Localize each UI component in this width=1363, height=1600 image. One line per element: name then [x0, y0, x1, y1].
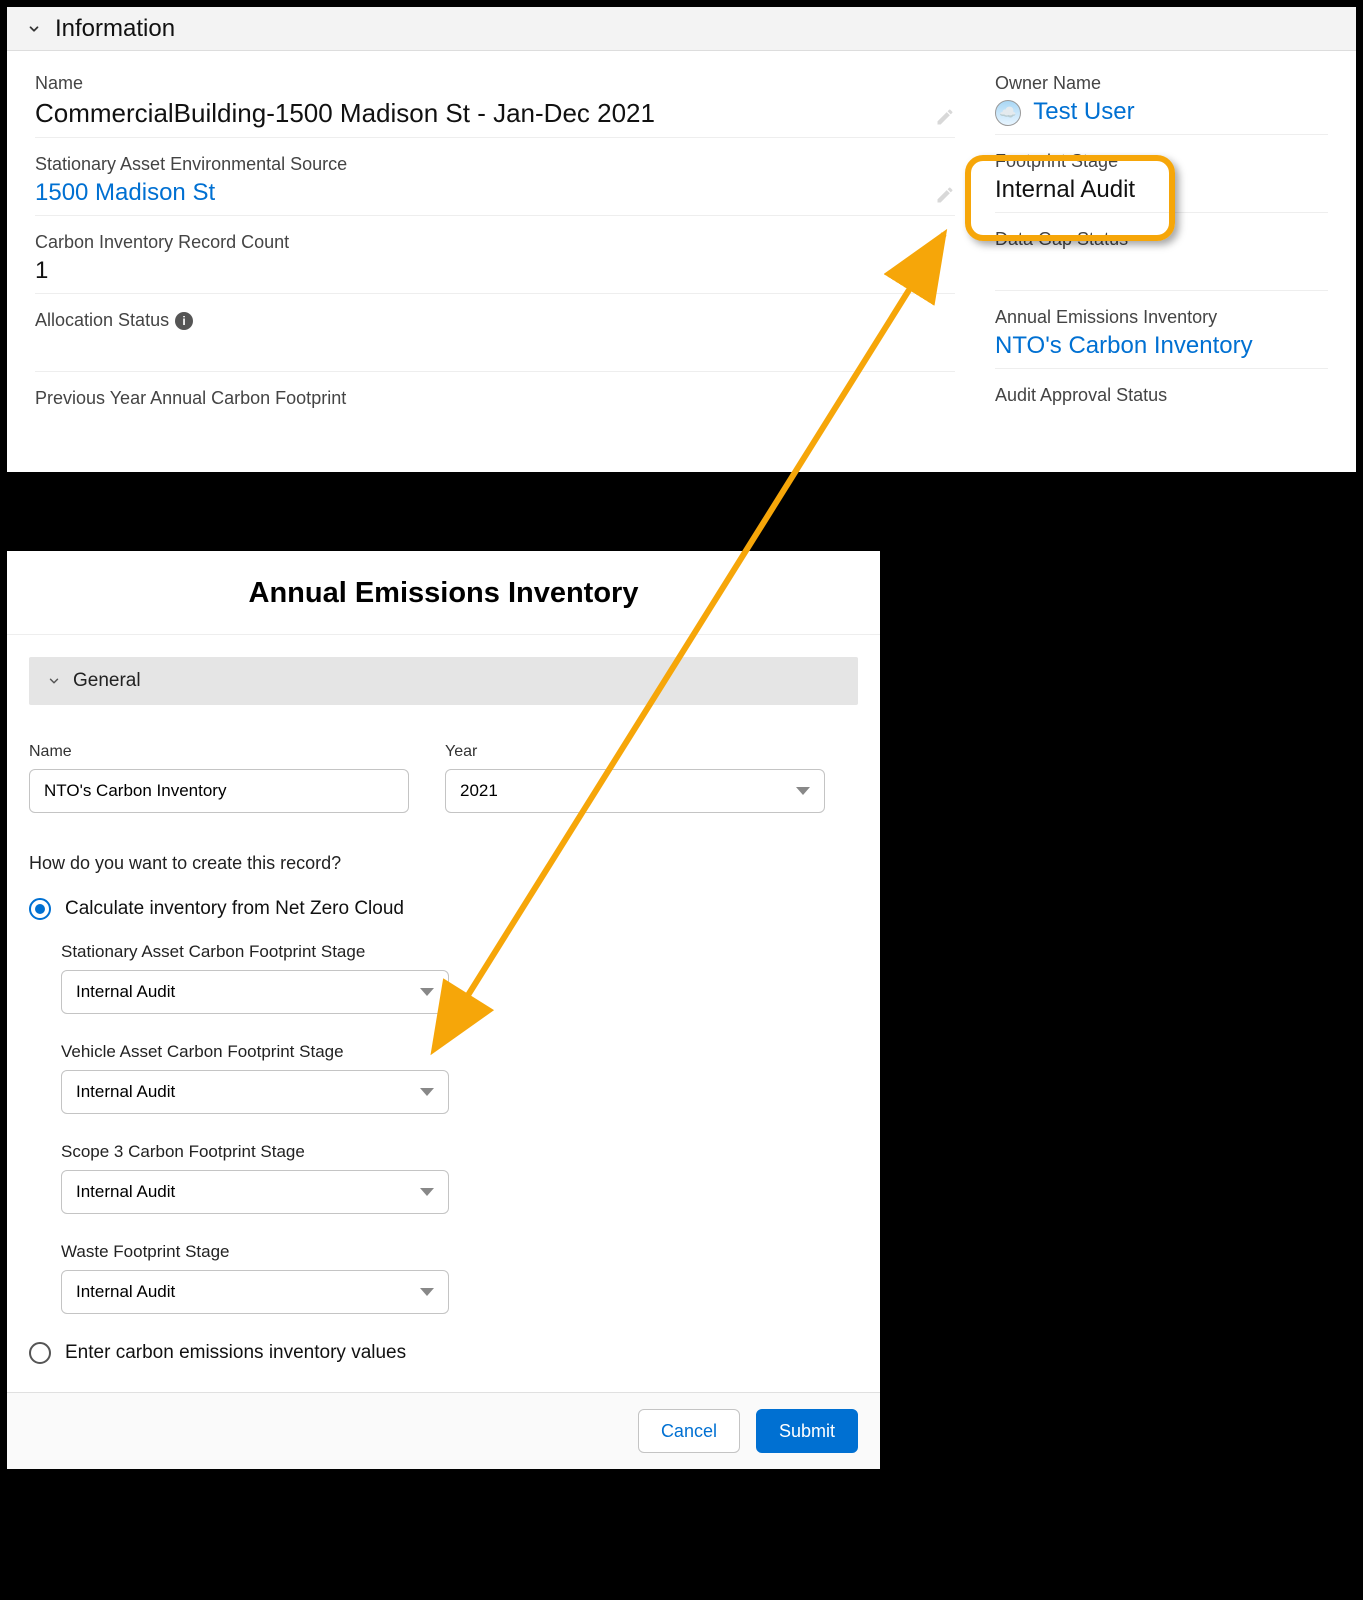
field-owner-name: Owner Name ☁️ Test User	[995, 73, 1328, 135]
field-allocation-status: Allocation Status i	[35, 310, 955, 372]
scope3-stage-select[interactable]: Internal Audit	[61, 1170, 449, 1214]
highlight-callout	[965, 155, 1175, 241]
field-label: Stationary Asset Environmental Source	[35, 154, 955, 175]
scope3-stage-label: Scope 3 Carbon Footprint Stage	[61, 1142, 858, 1162]
scope3-stage-value: Internal Audit	[76, 1182, 175, 1202]
owner-link[interactable]: Test User	[1033, 98, 1134, 125]
field-label: Carbon Inventory Record Count	[35, 232, 955, 253]
radio-calculate[interactable]: Calculate inventory from Net Zero Cloud	[29, 898, 858, 920]
caret-down-icon	[420, 1088, 434, 1096]
stationary-stage-group: Stationary Asset Carbon Footprint Stage …	[61, 942, 858, 1014]
edit-icon[interactable]	[935, 185, 955, 205]
general-section-header[interactable]: General	[29, 657, 858, 705]
radio-icon	[29, 898, 51, 920]
field-label: Audit Approval Status	[995, 385, 1328, 406]
field-annual-emissions-inventory: Annual Emissions Inventory NTO's Carbon …	[995, 307, 1328, 369]
chevron-down-icon	[27, 22, 41, 36]
field-name: Name CommercialBuilding-1500 Madison St …	[35, 73, 955, 138]
cancel-button[interactable]: Cancel	[638, 1409, 740, 1453]
caret-down-icon	[420, 1288, 434, 1296]
caret-down-icon	[796, 787, 810, 795]
year-select-value: 2021	[460, 781, 498, 801]
waste-stage-label: Waste Footprint Stage	[61, 1242, 858, 1262]
information-panel: Information Name CommercialBuilding-1500…	[4, 4, 1359, 475]
vehicle-stage-select[interactable]: Internal Audit	[61, 1070, 449, 1114]
field-label: Allocation Status i	[35, 310, 955, 331]
field-value: 1	[35, 257, 955, 285]
stationary-stage-select[interactable]: Internal Audit	[61, 970, 449, 1014]
field-label: Owner Name	[995, 73, 1328, 94]
radio-manual[interactable]: Enter carbon emissions inventory values	[29, 1342, 858, 1364]
radio-calculate-label: Calculate inventory from Net Zero Cloud	[65, 898, 404, 920]
name-input-value: NTO's Carbon Inventory	[44, 781, 226, 801]
vehicle-stage-value: Internal Audit	[76, 1082, 175, 1102]
caret-down-icon	[420, 988, 434, 996]
info-icon[interactable]: i	[175, 312, 193, 330]
year-label: Year	[445, 743, 825, 761]
waste-stage-group: Waste Footprint Stage Internal Audit	[61, 1242, 858, 1314]
section-title: Information	[55, 15, 175, 43]
submit-button[interactable]: Submit	[756, 1409, 858, 1453]
field-value	[995, 254, 1328, 282]
field-value	[35, 335, 955, 363]
form-row-name-year: Name NTO's Carbon Inventory Year 2021	[29, 743, 858, 813]
vehicle-stage-label: Vehicle Asset Carbon Footprint Stage	[61, 1042, 858, 1062]
radio-icon	[29, 1342, 51, 1364]
stationary-stage-value: Internal Audit	[76, 982, 175, 1002]
edit-icon[interactable]	[935, 107, 955, 127]
form-group-name: Name NTO's Carbon Inventory	[29, 743, 409, 813]
waste-stage-select[interactable]: Internal Audit	[61, 1270, 449, 1314]
radio-manual-label: Enter carbon emissions inventory values	[65, 1342, 406, 1364]
info-left-column: Name CommercialBuilding-1500 Madison St …	[35, 73, 955, 419]
modal-footer: Cancel Submit	[7, 1392, 880, 1469]
field-value-link[interactable]: NTO's Carbon Inventory	[995, 332, 1328, 360]
modal-title: Annual Emissions Inventory	[7, 551, 880, 635]
information-header[interactable]: Information	[7, 7, 1356, 51]
name-label: Name	[29, 743, 409, 761]
general-label: General	[73, 670, 141, 692]
create-question: How do you want to create this record?	[29, 853, 858, 874]
field-carbon-inventory-record-count: Carbon Inventory Record Count 1	[35, 232, 955, 294]
info-right-column: Owner Name ☁️ Test User Footprint Stage …	[995, 73, 1328, 419]
field-value-link[interactable]: 1500 Madison St	[35, 179, 955, 207]
caret-down-icon	[420, 1188, 434, 1196]
alloc-label-text: Allocation Status	[35, 310, 169, 331]
vehicle-stage-group: Vehicle Asset Carbon Footprint Stage Int…	[61, 1042, 858, 1114]
field-value: CommercialBuilding-1500 Madison St - Jan…	[35, 98, 955, 129]
field-stationary-asset-env-source: Stationary Asset Environmental Source 15…	[35, 154, 955, 216]
year-select[interactable]: 2021	[445, 769, 825, 813]
field-previous-year-footprint: Previous Year Annual Carbon Footprint	[35, 388, 955, 409]
field-value: ☁️ Test User	[995, 98, 1328, 126]
form-group-year: Year 2021	[445, 743, 825, 813]
field-label: Annual Emissions Inventory	[995, 307, 1328, 328]
field-label: Previous Year Annual Carbon Footprint	[35, 388, 955, 409]
field-audit-approval-status: Audit Approval Status	[995, 385, 1328, 406]
avatar-icon: ☁️	[995, 100, 1021, 126]
chevron-down-icon	[47, 674, 61, 688]
stationary-stage-label: Stationary Asset Carbon Footprint Stage	[61, 942, 858, 962]
modal-body: General Name NTO's Carbon Inventory Year…	[7, 635, 880, 1364]
field-label: Name	[35, 73, 955, 94]
name-input[interactable]: NTO's Carbon Inventory	[29, 769, 409, 813]
waste-stage-value: Internal Audit	[76, 1282, 175, 1302]
scope3-stage-group: Scope 3 Carbon Footprint Stage Internal …	[61, 1142, 858, 1214]
aei-modal: Annual Emissions Inventory General Name …	[4, 548, 883, 1472]
